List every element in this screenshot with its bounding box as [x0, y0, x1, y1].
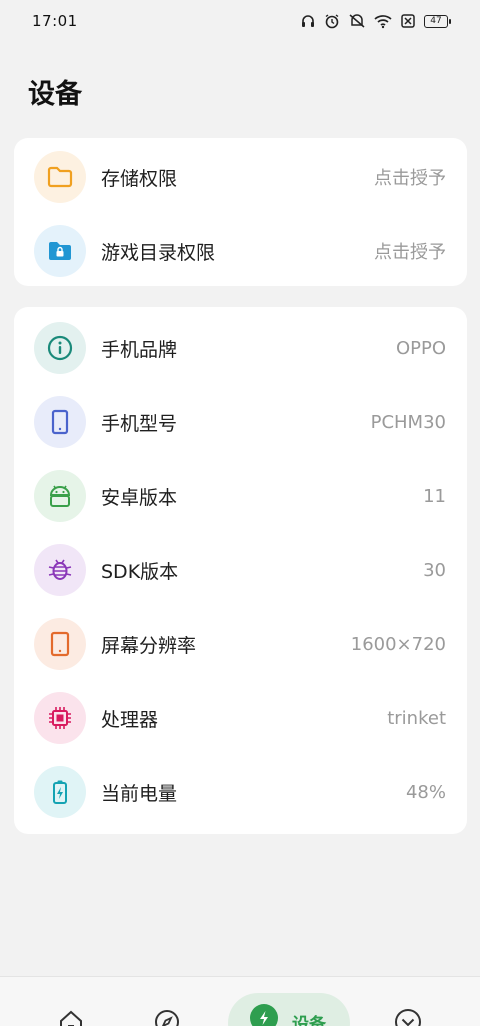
resolution-value: 1600×720	[350, 633, 446, 655]
storage-permission-label: 存储权限	[101, 167, 178, 190]
home-icon	[60, 1010, 82, 1026]
nav-device[interactable]	[250, 1004, 278, 1026]
bug-icon	[34, 544, 86, 596]
info-icon	[34, 322, 86, 374]
sim-off-icon	[401, 14, 415, 28]
wifi-icon	[374, 15, 392, 29]
permissions-card: 存储权限 点击授予 游戏目录权限 点击授予	[14, 138, 467, 286]
game-dir-permission-label: 游戏目录权限	[101, 241, 216, 264]
status-time: 17:01	[32, 12, 78, 30]
folder-icon	[34, 151, 86, 203]
model-value: PCHM30	[370, 411, 446, 433]
sdk-version-value: 30	[423, 559, 446, 581]
nav-more[interactable]	[392, 977, 424, 1026]
processor-label: 处理器	[101, 708, 159, 731]
info-row-resolution: 屏幕分辨率 1600×720	[14, 607, 467, 681]
chip-icon	[34, 692, 86, 744]
brand-value: OPPO	[395, 337, 446, 359]
battery-icon: 47	[424, 14, 451, 28]
android-version-value: 11	[423, 485, 446, 507]
battery-charging-icon	[34, 766, 86, 818]
phone-icon	[34, 396, 86, 448]
status-icons: 47	[300, 13, 451, 29]
game-dir-permission-row[interactable]: 游戏目录权限 点击授予	[14, 214, 467, 288]
compass-icon	[155, 1010, 179, 1026]
nav-device-label[interactable]: 设备	[292, 1010, 326, 1026]
android-version-label: 安卓版本	[101, 486, 178, 509]
status-bar: 17:01 47	[0, 0, 480, 42]
nav-discover[interactable]	[152, 977, 182, 1026]
chevron-circle-icon	[395, 1009, 421, 1026]
info-row-brand: 手机品牌 OPPO	[14, 311, 467, 385]
nav-home[interactable]	[56, 977, 86, 1026]
headset-icon	[302, 15, 314, 27]
vibrate-off-icon	[349, 14, 365, 28]
sdk-version-label: SDK版本	[101, 560, 179, 583]
android-icon	[34, 470, 86, 522]
brand-label: 手机品牌	[101, 338, 178, 361]
device-info-card: 手机品牌 OPPO 手机型号 PCHM30 安卓版本 11 SDK版本 30 屏…	[14, 307, 467, 834]
alarm-icon	[325, 14, 339, 29]
game-dir-permission-action[interactable]: 点击授予	[374, 238, 446, 264]
model-label: 手机型号	[101, 412, 178, 435]
bottom-nav	[0, 976, 480, 1026]
info-row-battery: 当前电量 48%	[14, 755, 467, 829]
processor-value: trinket	[387, 707, 446, 729]
info-row-sdk-version: SDK版本 30	[14, 533, 467, 607]
nav-active-pill	[228, 993, 350, 1026]
tablet-icon	[34, 618, 86, 670]
bolt-icon	[260, 1011, 268, 1025]
page-title: 设备	[28, 79, 82, 110]
storage-permission-action[interactable]: 点击授予	[374, 164, 446, 190]
storage-permission-row[interactable]: 存储权限 点击授予	[14, 140, 467, 214]
locked-folder-icon	[34, 225, 86, 277]
battery-label: 当前电量	[101, 782, 178, 805]
info-row-android-version: 安卓版本 11	[14, 459, 467, 533]
resolution-label: 屏幕分辨率	[101, 634, 197, 657]
info-row-processor: 处理器 trinket	[14, 681, 467, 755]
battery-value: 48%	[405, 781, 446, 803]
info-row-model: 手机型号 PCHM30	[14, 385, 467, 459]
